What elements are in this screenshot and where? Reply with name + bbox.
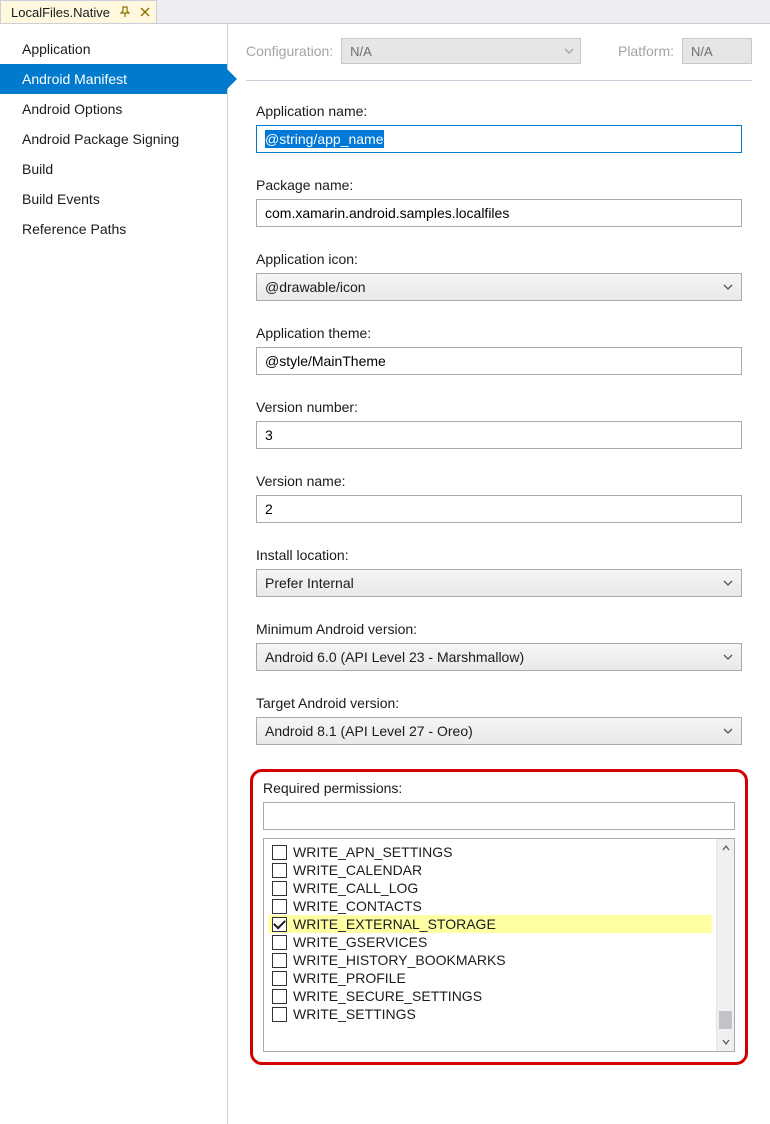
permission-checkbox[interactable] — [272, 899, 287, 914]
permission-checkbox[interactable] — [272, 953, 287, 968]
version-number-label: Version number: — [256, 399, 742, 415]
platform-dropdown: N/A — [682, 38, 752, 64]
permissions-list: WRITE_APN_SETTINGS WRITE_CALENDAR WRITE_CA… — [263, 838, 735, 1052]
permission-row[interactable]: WRITE_CONTACTS — [268, 897, 712, 915]
app-name-label: Application name: — [256, 103, 742, 119]
scrollbar[interactable] — [716, 839, 734, 1051]
sidebar-item[interactable]: Reference Paths — [0, 214, 227, 244]
permissions-filter-input[interactable] — [263, 802, 735, 830]
permission-name: WRITE_HISTORY_BOOKMARKS — [293, 952, 506, 968]
install-location-label: Install location: — [256, 547, 742, 563]
permission-name: WRITE_CONTACTS — [293, 898, 422, 914]
min-android-value: Android 6.0 (API Level 23 - Marshmallow) — [265, 649, 524, 665]
app-icon-dropdown[interactable]: @drawable/icon — [256, 273, 742, 301]
configuration-dropdown: N/A — [341, 38, 581, 64]
app-theme-input[interactable] — [256, 347, 742, 375]
sidebar-item[interactable]: Android Options — [0, 94, 227, 124]
required-permissions-section: Required permissions: WRITE_APN_SETTINGS… — [250, 769, 748, 1065]
app-name-input[interactable]: @string/app_name — [256, 125, 742, 153]
permission-row[interactable]: WRITE_PROFILE — [268, 969, 712, 987]
tab-title: LocalFiles.Native — [11, 5, 110, 20]
app-name-value: @string/app_name — [265, 130, 384, 148]
sidebar-item[interactable]: Application — [0, 34, 227, 64]
permission-row[interactable]: WRITE_CALL_LOG — [268, 879, 712, 897]
pin-icon[interactable] — [120, 6, 130, 18]
permission-name: WRITE_CALENDAR — [293, 862, 422, 878]
permission-checkbox[interactable] — [272, 845, 287, 860]
install-location-dropdown[interactable]: Prefer Internal — [256, 569, 742, 597]
app-icon-label: Application icon: — [256, 251, 742, 267]
package-name-input[interactable] — [256, 199, 742, 227]
permission-row[interactable]: WRITE_SETTINGS — [268, 1005, 712, 1023]
target-android-dropdown[interactable]: Android 8.1 (API Level 27 - Oreo) — [256, 717, 742, 745]
permission-checkbox[interactable] — [272, 989, 287, 1004]
permissions-label: Required permissions: — [263, 780, 735, 796]
permission-row[interactable]: WRITE_EXTERNAL_STORAGE — [268, 915, 712, 933]
permission-row[interactable]: WRITE_GSERVICES — [268, 933, 712, 951]
sidebar: ApplicationAndroid ManifestAndroid Optio… — [0, 24, 228, 1124]
target-android-label: Target Android version: — [256, 695, 742, 711]
permission-name: WRITE_EXTERNAL_STORAGE — [293, 916, 496, 932]
scroll-thumb[interactable] — [719, 1011, 732, 1029]
chevron-down-icon — [723, 580, 733, 586]
content-panel: Configuration: N/A Platform: N/A Applica… — [228, 24, 770, 1124]
permission-checkbox[interactable] — [272, 935, 287, 950]
permission-name: WRITE_APN_SETTINGS — [293, 844, 452, 860]
version-name-input[interactable] — [256, 495, 742, 523]
permission-name: WRITE_SECURE_SETTINGS — [293, 988, 482, 1004]
app-icon-value: @drawable/icon — [265, 279, 366, 295]
platform-value: N/A — [691, 44, 713, 59]
scroll-up-icon[interactable] — [717, 839, 734, 857]
permission-name: WRITE_GSERVICES — [293, 934, 427, 950]
permission-name: WRITE_CALL_LOG — [293, 880, 418, 896]
platform-label: Platform: — [618, 43, 674, 59]
permission-checkbox[interactable] — [272, 881, 287, 896]
sidebar-item[interactable]: Build Events — [0, 184, 227, 214]
app-theme-label: Application theme: — [256, 325, 742, 341]
target-android-value: Android 8.1 (API Level 27 - Oreo) — [265, 723, 473, 739]
config-row: Configuration: N/A Platform: N/A — [246, 38, 752, 81]
version-number-input[interactable] — [256, 421, 742, 449]
permission-name: WRITE_PROFILE — [293, 970, 406, 986]
main-area: ApplicationAndroid ManifestAndroid Optio… — [0, 24, 770, 1124]
permission-row[interactable]: WRITE_CALENDAR — [268, 861, 712, 879]
sidebar-item[interactable]: Build — [0, 154, 227, 184]
sidebar-item[interactable]: Android Package Signing — [0, 124, 227, 154]
close-icon[interactable] — [140, 7, 150, 17]
permission-checkbox[interactable] — [272, 863, 287, 878]
permission-checkbox[interactable] — [272, 917, 287, 932]
document-tab[interactable]: LocalFiles.Native — [0, 0, 157, 23]
permission-row[interactable]: WRITE_SECURE_SETTINGS — [268, 987, 712, 1005]
chevron-down-icon — [723, 728, 733, 734]
chevron-down-icon — [723, 654, 733, 660]
chevron-down-icon — [723, 284, 733, 290]
configuration-label: Configuration: — [246, 43, 333, 59]
chevron-down-icon — [564, 48, 574, 54]
tab-bar: LocalFiles.Native — [0, 0, 770, 24]
permission-row[interactable]: WRITE_APN_SETTINGS — [268, 843, 712, 861]
min-android-dropdown[interactable]: Android 6.0 (API Level 23 - Marshmallow) — [256, 643, 742, 671]
permission-checkbox[interactable] — [272, 1007, 287, 1022]
scroll-down-icon[interactable] — [717, 1033, 734, 1051]
sidebar-item[interactable]: Android Manifest — [0, 64, 227, 94]
version-name-label: Version name: — [256, 473, 742, 489]
permission-checkbox[interactable] — [272, 971, 287, 986]
install-location-value: Prefer Internal — [265, 575, 354, 591]
min-android-label: Minimum Android version: — [256, 621, 742, 637]
package-name-label: Package name: — [256, 177, 742, 193]
configuration-value: N/A — [350, 44, 372, 59]
permission-name: WRITE_SETTINGS — [293, 1006, 416, 1022]
permission-row[interactable]: WRITE_HISTORY_BOOKMARKS — [268, 951, 712, 969]
